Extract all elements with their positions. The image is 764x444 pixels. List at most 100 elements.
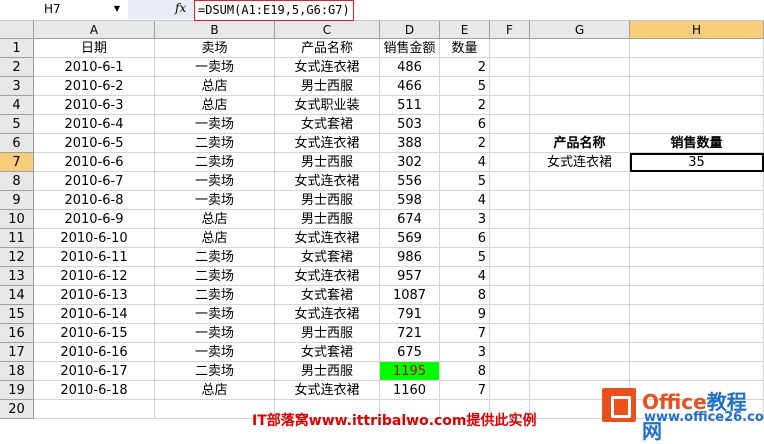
cell-A5[interactable]: 2010-6-4 [34, 115, 155, 134]
cell-B18[interactable]: 二卖场 [155, 362, 275, 381]
cell-H12[interactable] [630, 248, 764, 267]
cell-C9[interactable]: 男士西服 [275, 191, 380, 210]
cell-A7[interactable]: 2010-6-6 [34, 153, 155, 172]
cell-D3[interactable]: 466 [380, 77, 440, 96]
cell-G2[interactable] [530, 58, 630, 77]
cell-B17[interactable]: 一卖场 [155, 343, 275, 362]
cell-B15[interactable]: 一卖场 [155, 305, 275, 324]
cell-C5[interactable]: 女式套裙 [275, 115, 380, 134]
column-header-A[interactable]: A [34, 21, 155, 39]
cell-B4[interactable]: 总店 [155, 96, 275, 115]
column-header-D[interactable]: D [380, 21, 440, 39]
cell-D1[interactable]: 销售金额 [380, 39, 440, 58]
cell-D12[interactable]: 986 [380, 248, 440, 267]
cell-H14[interactable] [630, 286, 764, 305]
cell-C3[interactable]: 男士西服 [275, 77, 380, 96]
cell-H1[interactable] [630, 39, 764, 58]
row-header-6[interactable]: 6 [0, 134, 34, 153]
cell-B19[interactable]: 总店 [155, 381, 275, 400]
cell-H2[interactable] [630, 58, 764, 77]
cell-F16[interactable] [490, 324, 530, 343]
cell-D9[interactable]: 598 [380, 191, 440, 210]
cell-F14[interactable] [490, 286, 530, 305]
cell-C14[interactable]: 女式套裙 [275, 286, 380, 305]
cell-E3[interactable]: 5 [440, 77, 490, 96]
cell-F13[interactable] [490, 267, 530, 286]
cell-G8[interactable] [530, 172, 630, 191]
cell-A1[interactable]: 日期 [34, 39, 155, 58]
cell-E2[interactable]: 2 [440, 58, 490, 77]
cell-G11[interactable] [530, 229, 630, 248]
cell-C8[interactable]: 女式连衣裙 [275, 172, 380, 191]
cell-B1[interactable]: 卖场 [155, 39, 275, 58]
cell-A4[interactable]: 2010-6-3 [34, 96, 155, 115]
cell-F10[interactable] [490, 210, 530, 229]
name-box[interactable]: H7 ▼ [0, 0, 129, 19]
cell-D5[interactable]: 503 [380, 115, 440, 134]
cell-D10[interactable]: 674 [380, 210, 440, 229]
cell-F5[interactable] [490, 115, 530, 134]
cell-E11[interactable]: 6 [440, 229, 490, 248]
cell-F8[interactable] [490, 172, 530, 191]
cell-D18[interactable]: 1195 [380, 362, 440, 381]
column-header-F[interactable]: F [490, 21, 530, 39]
cell-A13[interactable]: 2010-6-12 [34, 267, 155, 286]
cell-A19[interactable]: 2010-6-18 [34, 381, 155, 400]
cell-B12[interactable]: 二卖场 [155, 248, 275, 267]
cell-A20[interactable] [34, 400, 155, 419]
row-header-17[interactable]: 17 [0, 343, 34, 362]
cell-E4[interactable]: 2 [440, 96, 490, 115]
cell-F4[interactable] [490, 96, 530, 115]
cell-C2[interactable]: 女式连衣裙 [275, 58, 380, 77]
cell-A15[interactable]: 2010-6-14 [34, 305, 155, 324]
cell-D11[interactable]: 569 [380, 229, 440, 248]
cell-G14[interactable] [530, 286, 630, 305]
cell-D7[interactable]: 302 [380, 153, 440, 172]
cell-H16[interactable] [630, 324, 764, 343]
cell-E1[interactable]: 数量 [440, 39, 490, 58]
column-header-C[interactable]: C [275, 21, 380, 39]
cell-F17[interactable] [490, 343, 530, 362]
cell-E13[interactable]: 4 [440, 267, 490, 286]
formula-input[interactable]: =DSUM(A1:E19,5,G6:G7) [194, 0, 354, 21]
cell-G15[interactable] [530, 305, 630, 324]
cell-C16[interactable]: 男士西服 [275, 324, 380, 343]
cell-A8[interactable]: 2010-6-7 [34, 172, 155, 191]
cell-E18[interactable]: 8 [440, 362, 490, 381]
cell-A18[interactable]: 2010-6-17 [34, 362, 155, 381]
cell-H18[interactable] [630, 362, 764, 381]
cell-C13[interactable]: 女式连衣裙 [275, 267, 380, 286]
cell-D16[interactable]: 721 [380, 324, 440, 343]
cell-F6[interactable] [490, 134, 530, 153]
cell-C6[interactable]: 女式连衣裙 [275, 134, 380, 153]
row-header-5[interactable]: 5 [0, 115, 34, 134]
cell-D14[interactable]: 1087 [380, 286, 440, 305]
cell-H13[interactable] [630, 267, 764, 286]
cell-G9[interactable] [530, 191, 630, 210]
cell-B7[interactable]: 二卖场 [155, 153, 275, 172]
cell-G18[interactable] [530, 362, 630, 381]
row-header-15[interactable]: 15 [0, 305, 34, 324]
cell-C10[interactable]: 男士西服 [275, 210, 380, 229]
cell-G5[interactable] [530, 115, 630, 134]
cell-E19[interactable]: 7 [440, 381, 490, 400]
chevron-down-icon[interactable]: ▼ [112, 3, 122, 15]
cell-A6[interactable]: 2010-6-5 [34, 134, 155, 153]
cell-A10[interactable]: 2010-6-9 [34, 210, 155, 229]
cell-A2[interactable]: 2010-6-1 [34, 58, 155, 77]
cell-G12[interactable] [530, 248, 630, 267]
cell-G16[interactable] [530, 324, 630, 343]
cell-G3[interactable] [530, 77, 630, 96]
row-header-20[interactable]: 20 [0, 400, 34, 419]
cell-G10[interactable] [530, 210, 630, 229]
cell-B5[interactable]: 一卖场 [155, 115, 275, 134]
cell-E16[interactable]: 7 [440, 324, 490, 343]
cell-H9[interactable] [630, 191, 764, 210]
cell-A11[interactable]: 2010-6-10 [34, 229, 155, 248]
cell-C18[interactable]: 男士西服 [275, 362, 380, 381]
row-header-18[interactable]: 18 [0, 362, 34, 381]
cell-E17[interactable]: 3 [440, 343, 490, 362]
cell-C12[interactable]: 女式套裙 [275, 248, 380, 267]
cell-A12[interactable]: 2010-6-11 [34, 248, 155, 267]
row-header-1[interactable]: 1 [0, 39, 34, 58]
